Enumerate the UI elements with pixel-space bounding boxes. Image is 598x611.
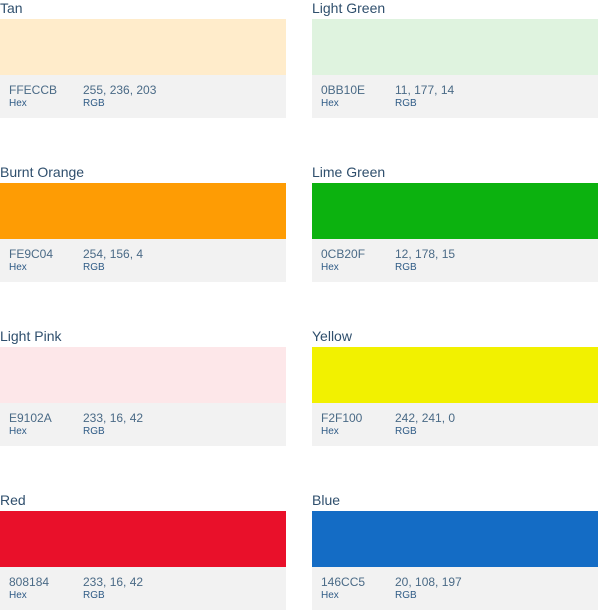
hex-value: 0BB10E xyxy=(321,83,366,97)
rgb-label: RGB xyxy=(83,98,105,109)
swatch-info: FFECCB 255, 236, 203 Hex RGB xyxy=(0,75,286,118)
color-swatch xyxy=(0,511,286,567)
swatch-card-lime-green: Lime Green 0CB20F 12, 178, 15 Hex RGB xyxy=(312,164,598,283)
color-swatch-grid: Tan FFECCB 255, 236, 203 Hex RGB Light G… xyxy=(0,0,598,611)
hex-label: Hex xyxy=(321,262,339,273)
hex-label: Hex xyxy=(321,590,339,601)
hex-label: Hex xyxy=(9,98,27,109)
hex-value: FE9C04 xyxy=(9,247,54,261)
rgb-value: 20, 108, 197 xyxy=(395,575,462,589)
color-swatch xyxy=(312,19,598,75)
rgb-value: 233, 16, 42 xyxy=(83,575,144,589)
rgb-label: RGB xyxy=(83,426,105,437)
swatch-info: FE9C04 254, 156, 4 Hex RGB xyxy=(0,239,286,282)
swatch-title: Red xyxy=(0,492,26,508)
swatch-card-yellow: Yellow F2F100 242, 241, 0 Hex RGB xyxy=(312,328,598,447)
rgb-label: RGB xyxy=(83,262,105,273)
color-swatch xyxy=(312,183,598,239)
swatch-title: Light Pink xyxy=(0,328,62,344)
swatch-card-red: Red 808184 233, 16, 42 Hex RGB xyxy=(0,492,286,611)
hex-label: Hex xyxy=(9,426,27,437)
swatch-card-blue: Blue 146CC5 20, 108, 197 Hex RGB xyxy=(312,492,598,611)
swatch-title: Yellow xyxy=(312,328,352,344)
swatch-info: 808184 233, 16, 42 Hex RGB xyxy=(0,567,286,610)
hex-label: Hex xyxy=(9,262,27,273)
swatch-info: 0BB10E 11, 177, 14 Hex RGB xyxy=(312,75,598,118)
color-swatch xyxy=(0,183,286,239)
color-swatch xyxy=(0,19,286,75)
hex-value: F2F100 xyxy=(321,411,363,425)
hex-value: 808184 xyxy=(9,575,50,589)
hex-label: Hex xyxy=(321,426,339,437)
swatch-card-burnt-orange: Burnt Orange FE9C04 254, 156, 4 Hex RGB xyxy=(0,164,286,283)
rgb-label: RGB xyxy=(395,262,417,273)
rgb-label: RGB xyxy=(395,590,417,601)
swatch-title: Lime Green xyxy=(312,164,386,180)
swatch-card-light-green: Light Green 0BB10E 11, 177, 14 Hex RGB xyxy=(312,0,598,119)
swatch-title: Blue xyxy=(312,492,341,508)
swatch-title: Burnt Orange xyxy=(0,164,85,180)
rgb-label: RGB xyxy=(395,98,417,109)
hex-label: Hex xyxy=(9,590,27,601)
color-swatch xyxy=(312,347,598,403)
color-swatch xyxy=(0,347,286,403)
rgb-value: 255, 236, 203 xyxy=(83,83,157,97)
hex-label: Hex xyxy=(321,98,339,109)
swatch-card-light-pink: Light Pink E9102A 233, 16, 42 Hex RGB xyxy=(0,328,286,447)
swatch-title: Light Green xyxy=(312,0,386,16)
color-swatch xyxy=(312,511,598,567)
hex-value: 146CC5 xyxy=(321,575,366,589)
rgb-value: 11, 177, 14 xyxy=(395,83,455,97)
swatch-title: Tan xyxy=(0,0,23,16)
rgb-value: 242, 241, 0 xyxy=(395,411,456,425)
swatch-info: E9102A 233, 16, 42 Hex RGB xyxy=(0,403,286,446)
rgb-value: 12, 178, 15 xyxy=(395,247,456,261)
swatch-info: F2F100 242, 241, 0 Hex RGB xyxy=(312,403,598,446)
hex-value: 0CB20F xyxy=(321,247,366,261)
swatch-card-tan: Tan FFECCB 255, 236, 203 Hex RGB xyxy=(0,0,286,119)
swatch-info: 0CB20F 12, 178, 15 Hex RGB xyxy=(312,239,598,282)
hex-value: FFECCB xyxy=(9,83,57,97)
rgb-value: 254, 156, 4 xyxy=(83,247,144,261)
hex-value: E9102A xyxy=(9,411,52,425)
rgb-label: RGB xyxy=(395,426,417,437)
swatch-info: 146CC5 20, 108, 197 Hex RGB xyxy=(312,567,598,610)
rgb-value: 233, 16, 42 xyxy=(83,411,144,425)
rgb-label: RGB xyxy=(83,590,105,601)
